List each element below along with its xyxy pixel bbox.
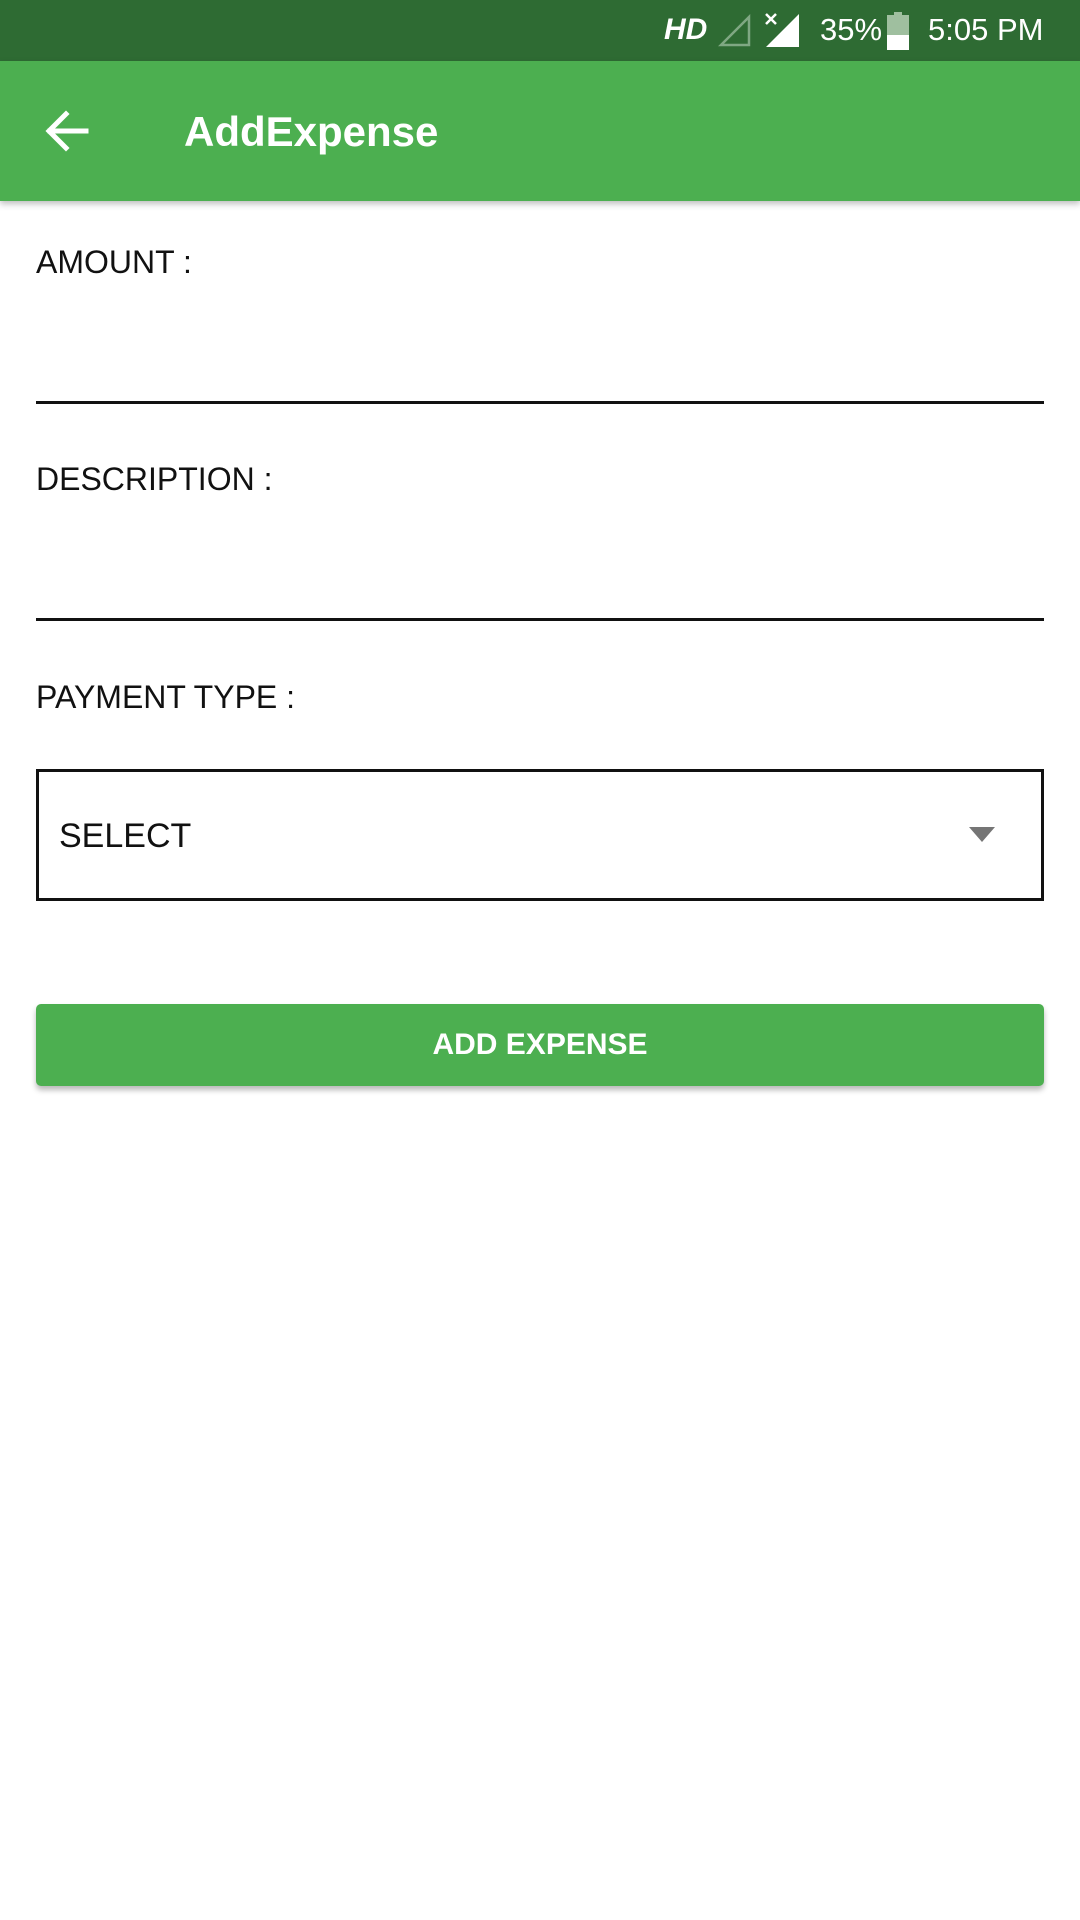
signal-no-data-icon <box>765 13 799 47</box>
arrow-back-icon[interactable] <box>34 97 102 165</box>
payment-type-selected-value: SELECT <box>59 817 192 855</box>
network-type-label: HD <box>664 13 708 46</box>
payment-type-label: PAYMENT TYPE : <box>36 679 296 715</box>
dropdown-arrow-icon <box>969 827 995 842</box>
clock: 5:05 PM <box>928 12 1044 47</box>
payment-type-select[interactable]: SELECT <box>36 769 1044 901</box>
app-bar: AddExpense <box>0 61 1080 201</box>
description-input[interactable] <box>36 551 1044 621</box>
page-title: AddExpense <box>184 108 439 155</box>
signal-empty-icon <box>718 14 751 47</box>
battery-percent: 35% <box>820 12 883 47</box>
amount-label: AMOUNT : <box>36 244 192 280</box>
description-label: DESCRIPTION : <box>36 461 273 497</box>
status-bar: HD 35% 5:05 PM <box>0 0 1080 61</box>
amount-input[interactable] <box>36 334 1044 404</box>
battery-icon <box>887 12 909 50</box>
add-expense-button[interactable]: ADD EXPENSE <box>36 1004 1044 1086</box>
